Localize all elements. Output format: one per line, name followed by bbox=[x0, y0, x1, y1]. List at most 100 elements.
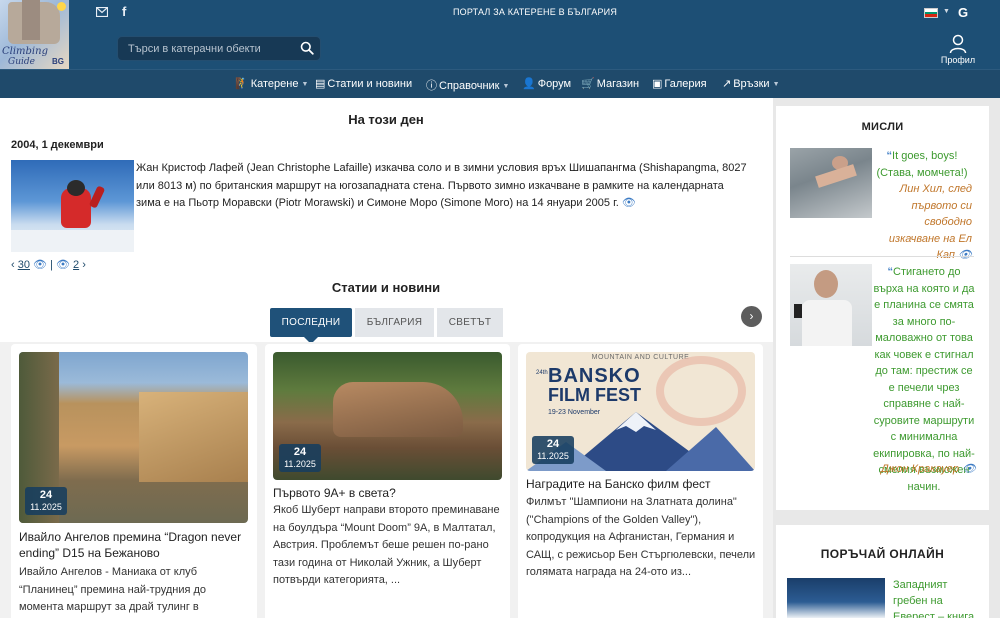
sidebar: МИСЛИ “It goes, boys! (Става, момчета!) … bbox=[773, 98, 1000, 618]
search-input[interactable] bbox=[118, 37, 298, 60]
photo-climber-head bbox=[67, 180, 85, 196]
image-boulder bbox=[333, 382, 463, 437]
logo-text-climbing: Climbing bbox=[2, 46, 48, 57]
nav-item-articles[interactable]: ▤ Статии и новини bbox=[315, 77, 412, 90]
climber-icon: 🧗 bbox=[235, 78, 249, 90]
nav-item-reference[interactable]: ⓘ Справочник ▼ bbox=[426, 77, 509, 93]
nav-label-links: Връзки bbox=[733, 78, 770, 90]
nav-label-forum: Форум bbox=[537, 78, 572, 90]
nav-item-climbing[interactable]: 🧗 Катерене ▼ bbox=[235, 77, 308, 90]
chevron-down-icon: ▼ bbox=[772, 81, 780, 88]
quote-author-2: Джон Кракауер bbox=[881, 463, 959, 475]
next-arrow-icon[interactable]: › bbox=[82, 259, 86, 271]
info-icon: ⓘ bbox=[426, 80, 437, 92]
logo-sun-graphic bbox=[57, 2, 66, 11]
news-card-title[interactable]: Наградите на Банско филм фест bbox=[526, 476, 756, 492]
date-badge: 24 11.2025 bbox=[25, 487, 67, 515]
profile-label: Профил bbox=[940, 55, 976, 65]
profile-button[interactable]: Профил bbox=[938, 34, 978, 65]
date-badge-day: 24 bbox=[39, 489, 53, 501]
tab-world[interactable]: СВЕТЪТ bbox=[437, 308, 503, 337]
on-this-day-title: На този ден bbox=[348, 112, 424, 127]
tab-latest[interactable]: ПОСЛЕДНИ bbox=[270, 308, 352, 337]
facebook-icon[interactable]: f bbox=[122, 4, 126, 19]
bulgarian-flag-icon[interactable] bbox=[924, 8, 938, 18]
external-link-icon: ↗ bbox=[722, 78, 732, 90]
gallery-icon: ▣ bbox=[652, 78, 663, 90]
search-box bbox=[117, 36, 321, 61]
language-caret-icon[interactable]: ▼ bbox=[943, 8, 950, 15]
photo-person-head bbox=[814, 270, 838, 298]
news-card[interactable]: 24 11.2025 Първото 9А+ в света? Якоб Шуб… bbox=[265, 344, 510, 618]
cart-icon: 🛒 bbox=[581, 78, 595, 90]
date-badge-day: 24 bbox=[546, 438, 560, 450]
nav-label-shop: Магазин bbox=[596, 78, 640, 90]
nav-item-links[interactable]: ↗ Връзки ▼ bbox=[722, 77, 780, 90]
google-translate-icon[interactable]: G bbox=[958, 5, 968, 20]
quote-author: Лин Хил, след първото си свободно изкачв… bbox=[872, 181, 972, 264]
eye-icon: 👁 bbox=[33, 259, 48, 271]
news-card-title[interactable]: Първото 9А+ в света? bbox=[273, 485, 503, 501]
news-card-text: Филмът "Шампиони на Златната долина" ("C… bbox=[526, 496, 756, 578]
search-icon[interactable] bbox=[300, 41, 314, 55]
meta-separator: | bbox=[50, 259, 53, 271]
order-online-title: ПОРЪЧАЙ ОНЛАЙН bbox=[820, 547, 945, 561]
news-section-title: Статии и новини bbox=[331, 280, 441, 295]
eye-icon: 👁 bbox=[56, 259, 70, 271]
nav-label-reference: Справочник bbox=[439, 80, 500, 92]
tab-bulgaria[interactable]: БЪЛГАРИЯ bbox=[355, 308, 434, 337]
main-content: На този ден 2004, 1 декември Жан Кристоф… bbox=[0, 98, 773, 618]
book-cover[interactable] bbox=[787, 578, 885, 618]
news-card[interactable]: 24 11.2025 Ивайло Ангелов премина “Drago… bbox=[11, 344, 257, 618]
on-this-day-date: 2004, 1 декември bbox=[11, 139, 104, 151]
logo-text-guide: Guide bbox=[8, 57, 35, 67]
thoughts-title: МИСЛИ bbox=[861, 121, 904, 133]
top-header: Climbing Guide BG f ПОРТАЛ ЗА КАТЕРЕНЕ В… bbox=[0, 0, 1000, 69]
news-card-text: Якоб Шуберт направи второто преминаване … bbox=[273, 504, 500, 586]
quote-author: Джон Кракауер 👁 bbox=[872, 461, 976, 478]
nav-item-gallery[interactable]: ▣ Галерия bbox=[652, 77, 707, 90]
on-this-day-photo[interactable] bbox=[11, 160, 134, 252]
news-card-text: Ивайло Ангелов - Маниака от клуб “Планин… bbox=[19, 566, 207, 613]
flag-stripe-red bbox=[925, 14, 937, 17]
date-badge-month: 11.2025 bbox=[30, 502, 62, 512]
user-profile-icon bbox=[949, 34, 967, 54]
on-this-day-text: Жан Кристоф Лафей (Jean Christophe Lafai… bbox=[136, 160, 748, 213]
eye-icon[interactable]: 👁 bbox=[622, 197, 636, 209]
eye-icon[interactable]: 👁 bbox=[958, 249, 972, 261]
nav-label-climbing: Катерене bbox=[250, 78, 299, 90]
carousel-next-button[interactable]: › bbox=[741, 306, 762, 327]
date-badge: 24 11.2025 bbox=[279, 444, 321, 472]
nav-label-articles: Статии и новини bbox=[327, 78, 413, 90]
quote-photo-lynn-hill[interactable] bbox=[790, 148, 872, 218]
mail-icon[interactable] bbox=[95, 6, 109, 20]
nav-item-forum[interactable]: 👤 Форум bbox=[522, 77, 571, 90]
news-card[interactable]: MOUNTAIN AND CULTURE 24th BANSKO FILM FE… bbox=[518, 344, 763, 618]
newspaper-icon: ▤ bbox=[315, 78, 326, 90]
quote-text: “It goes, boys! (Става, момчета!) bbox=[872, 148, 972, 181]
thoughts-box: МИСЛИ “It goes, boys! (Става, момчета!) … bbox=[776, 106, 989, 510]
date-badge-day: 24 bbox=[293, 446, 307, 458]
quote-photo-jon-krakauer[interactable] bbox=[790, 264, 872, 346]
on-this-day-description: Жан Кристоф Лафей (Jean Christophe Lafai… bbox=[136, 162, 747, 209]
logo-text-bg: BG bbox=[52, 57, 64, 66]
main-navigation: 🧗 Катерене ▼ ▤ Статии и новини ⓘ Справочник ▼… bbox=[0, 69, 1000, 98]
quote-text-2: Стигането до върха на която и да е плани… bbox=[873, 266, 975, 493]
prev-count-link[interactable]: 30 bbox=[18, 259, 30, 271]
eye-icon[interactable]: 👁 bbox=[962, 463, 976, 475]
next-count-link[interactable]: 2 bbox=[73, 259, 79, 271]
nav-item-shop[interactable]: 🛒 Магазин bbox=[581, 77, 639, 90]
photo-person-shirt bbox=[802, 300, 852, 346]
logo-rock-graphic-2 bbox=[22, 0, 40, 40]
poster-edition: 24th bbox=[536, 370, 548, 376]
quote-divider bbox=[790, 256, 974, 257]
image-cliff-face bbox=[139, 392, 248, 482]
portal-title: ПОРТАЛ ЗА КАТЕРЕНЕ В БЪЛГАРИЯ bbox=[452, 7, 618, 17]
on-this-day-pagination: ‹ 30 👁 | 👁 2 › bbox=[11, 258, 86, 271]
prev-arrow-icon[interactable]: ‹ bbox=[11, 259, 15, 271]
site-logo[interactable]: Climbing Guide BG bbox=[0, 0, 69, 69]
book-title-link[interactable]: Западният гребен на Еверест – книга bbox=[893, 577, 983, 618]
news-card-title[interactable]: Ивайло Ангелов премина “Dragon never end… bbox=[19, 529, 249, 561]
date-badge: 24 11.2025 bbox=[532, 436, 574, 464]
date-badge-month: 11.2025 bbox=[284, 459, 316, 469]
